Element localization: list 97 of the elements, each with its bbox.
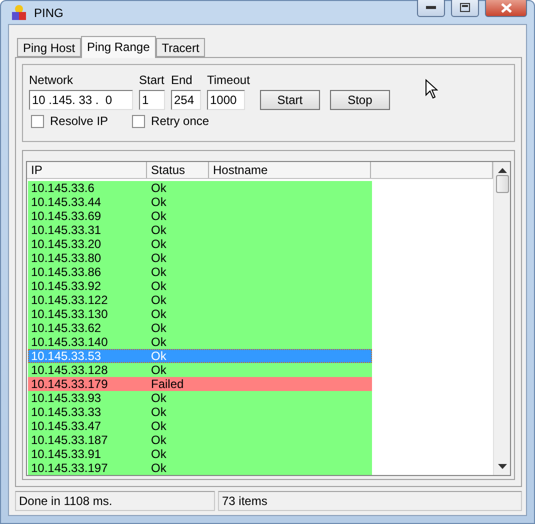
close-button[interactable] xyxy=(485,0,527,17)
scroll-down-icon xyxy=(498,464,506,469)
column-header[interactable]: Hostname xyxy=(209,162,371,178)
ip-cell-text: 10.145.33.80 xyxy=(30,251,102,265)
maximize-icon xyxy=(460,3,470,12)
table-row[interactable]: 10.145.33.187 Ok xyxy=(28,433,372,447)
item-count: 73 items xyxy=(218,491,522,511)
ip-cell-text: 10.145.33.33 xyxy=(30,405,102,419)
ip-cell-text: 10.145.33.6 xyxy=(30,181,96,195)
status-cell-text: Ok xyxy=(150,433,168,447)
status-cell-text: Ok xyxy=(150,279,168,293)
table-row[interactable]: 10.145.33.33 Ok xyxy=(28,405,372,419)
close-icon xyxy=(500,2,512,12)
status-cell-text: Ok xyxy=(150,447,168,461)
checkbox[interactable] xyxy=(31,114,44,128)
table-row[interactable]: 10.145.33.93 Ok xyxy=(28,391,372,405)
status-cell-text: Ok xyxy=(150,209,168,223)
ip-cell-text: 10.145.33.187 xyxy=(30,433,109,447)
input-field[interactable]: 10 .145. 33 . 0 xyxy=(29,90,133,110)
table-row[interactable]: 10.145.33.47 Ok xyxy=(28,419,372,433)
status-cell-text: Ok xyxy=(150,293,168,307)
ip-cell-text: 10.145.33.122 xyxy=(30,293,109,307)
status-text: Done in 1108 ms. xyxy=(15,491,215,511)
table-row[interactable]: 10.145.33.91 Ok xyxy=(28,447,372,461)
status-cell-text: Failed xyxy=(150,377,185,391)
status-cell-text: Ok xyxy=(150,321,168,335)
status-cell-text: Ok xyxy=(150,335,168,349)
ip-cell-text: 10.145.33.20 xyxy=(30,237,102,251)
ip-cell-text: 10.145.33.44 xyxy=(30,195,102,209)
action-button[interactable]: Start xyxy=(260,90,320,110)
ip-cell-text: 10.145.33.93 xyxy=(30,391,102,405)
field-label: End xyxy=(171,73,194,87)
checkbox-label: Resolve IP xyxy=(50,114,108,128)
cursor-icon xyxy=(425,79,438,99)
input-field[interactable]: 254 xyxy=(171,90,201,110)
ip-cell-text: 10.145.33.140 xyxy=(30,335,109,349)
table-row[interactable]: 10.145.33.44 Ok xyxy=(28,195,372,209)
status-cell-text: Ok xyxy=(150,405,168,419)
ip-cell-text: 10.145.33.179 xyxy=(30,377,109,391)
column-header[interactable]: Status xyxy=(147,162,209,178)
table-row[interactable]: 10.145.33.179 Failed xyxy=(28,377,372,391)
scroll-thumb[interactable] xyxy=(496,175,508,193)
table-row[interactable]: 10.145.33.31 Ok xyxy=(28,223,372,237)
status-cell-text: Ok xyxy=(150,461,168,475)
input-field[interactable]: 1 xyxy=(139,90,165,110)
ip-cell-text: 10.145.33.62 xyxy=(30,321,102,335)
table-row[interactable]: 10.145.33.80 Ok xyxy=(28,251,372,265)
status-cell-text: Ok xyxy=(150,307,168,321)
status-cell-text: Ok xyxy=(150,237,168,251)
table-row[interactable]: 10.145.33.69 Ok xyxy=(28,209,372,223)
table-row[interactable]: 10.145.33.130 Ok xyxy=(28,307,372,321)
minimize-icon xyxy=(426,6,436,10)
table-row[interactable]: 10.145.33.197 Ok xyxy=(28,461,372,475)
maximize-button[interactable] xyxy=(451,0,479,17)
tab[interactable]: Tracert xyxy=(156,38,206,57)
field-label: Network xyxy=(29,73,74,87)
ip-cell-text: 10.145.33.69 xyxy=(30,209,102,223)
table-row[interactable]: 10.145.33.86 Ok xyxy=(28,265,372,279)
table-row[interactable]: 10.145.33.92 Ok xyxy=(28,279,372,293)
input-field[interactable]: 1000 xyxy=(207,90,245,110)
column-header[interactable]: IP xyxy=(27,162,147,178)
scrollbar[interactable] xyxy=(493,162,510,475)
status-cell-text: Ok xyxy=(150,265,168,279)
table-row[interactable]: 10.145.33.62 Ok xyxy=(28,321,372,335)
window-title: PING xyxy=(34,6,64,20)
tab[interactable]: Ping Range xyxy=(81,36,156,58)
ip-cell-text: 10.145.33.31 xyxy=(30,223,102,237)
ip-cell-text: 10.145.33.91 xyxy=(30,447,102,461)
field-label: Start xyxy=(139,73,165,87)
status-cell-text: Ok xyxy=(150,251,168,265)
table-row[interactable]: 10.145.33.140 Ok xyxy=(28,335,372,349)
table-row[interactable]: 10.145.33.122 Ok xyxy=(28,293,372,307)
ip-cell-text: 10.145.33.86 xyxy=(30,265,102,279)
status-cell-text: Ok xyxy=(150,181,168,195)
checkbox-label: Retry once xyxy=(151,114,210,128)
status-cell-text: Ok xyxy=(150,391,168,405)
table-row[interactable]: 10.145.33.6 Ok xyxy=(28,181,372,195)
status-cell-text: Ok xyxy=(150,195,168,209)
ip-cell-text: 10.145.33.53 xyxy=(30,349,102,363)
status-cell-text: Ok xyxy=(150,223,168,237)
ip-cell-text: 10.145.33.47 xyxy=(30,419,102,433)
ip-cell-text: 10.145.33.197 xyxy=(30,461,109,475)
table-row[interactable]: 10.145.33.128 Ok xyxy=(28,363,372,377)
action-button[interactable]: Stop xyxy=(330,90,390,110)
status-cell-text: Ok xyxy=(150,349,168,363)
tab[interactable]: Ping Host xyxy=(17,38,82,57)
status-cell-text: Ok xyxy=(150,419,168,433)
ip-cell-text: 10.145.33.130 xyxy=(30,307,109,321)
minimize-button[interactable] xyxy=(417,0,445,17)
app-icon xyxy=(10,4,28,22)
ip-cell-text: 10.145.33.92 xyxy=(30,279,102,293)
scroll-up-icon xyxy=(498,168,506,173)
field-label: Timeout xyxy=(207,73,250,87)
checkbox[interactable] xyxy=(132,114,146,128)
ip-cell-text: 10.145.33.128 xyxy=(30,363,109,377)
table-row[interactable]: 10.145.33.20 Ok xyxy=(28,237,372,251)
status-cell-text: Ok xyxy=(150,363,168,377)
